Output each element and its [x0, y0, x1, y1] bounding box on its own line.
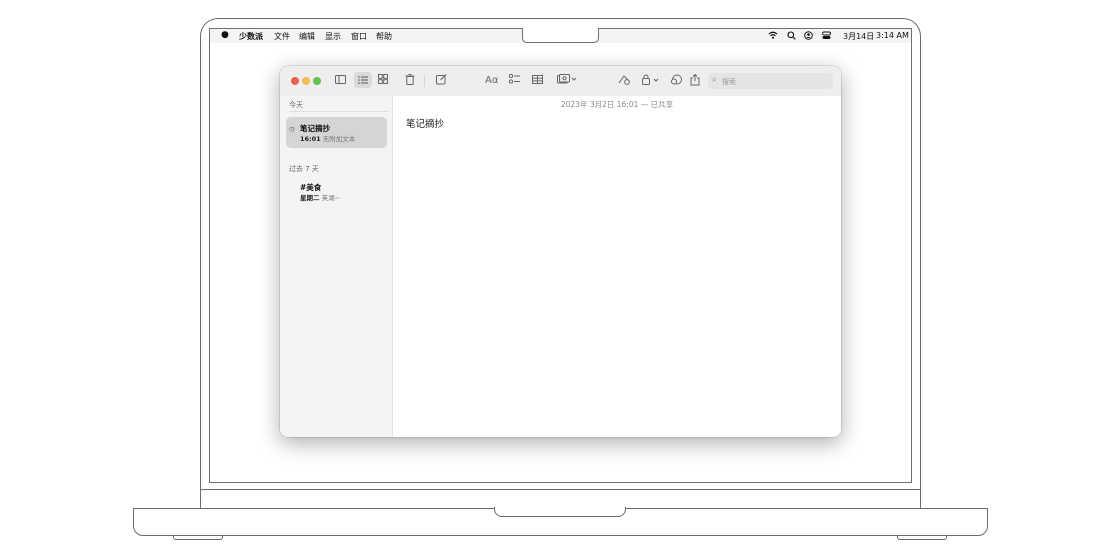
control-center-icon[interactable] [822, 31, 831, 43]
search-placeholder: 搜索 [722, 78, 736, 86]
lock-icon[interactable] [642, 74, 660, 89]
clock-icon: ◷ [289, 125, 295, 133]
collaborate-icon[interactable] [618, 74, 630, 89]
menu-file[interactable]: 文件 [274, 31, 290, 42]
note-editor[interactable]: 2023年 3月2日 16:01 — 已共享 笔记摘抄 [393, 96, 841, 437]
note-time: 16:01 [300, 135, 321, 143]
section-divider [289, 111, 389, 112]
share-collaborate-icon[interactable] [670, 74, 683, 89]
spotlight-search-icon[interactable] [787, 31, 796, 43]
menu-time[interactable]: 3:14 AM [876, 31, 909, 40]
notes-list-sidebar: 今天 ◷ 笔记摘抄 16:01 无附加文本 过去 7 天 #美食 星期二 芙湖~ [280, 96, 393, 437]
note-meta: 2023年 3月2日 16:01 — 已共享 [560, 100, 674, 109]
wifi-icon[interactable] [768, 31, 778, 42]
search-icon: ⌕ [712, 75, 717, 84]
laptop-foot-right [897, 536, 947, 540]
menu-edit[interactable]: 编辑 [299, 31, 315, 42]
note-preview: 芙湖~ [321, 194, 341, 202]
menu-date[interactable]: 3月14日 [843, 31, 874, 42]
format-text-button[interactable]: Aα [485, 74, 498, 88]
laptop-foot-left [173, 536, 223, 540]
section-header-today: 今天 [289, 101, 303, 109]
share-icon[interactable] [690, 73, 700, 90]
window-toolbar: Aα ⌕ 搜索 [280, 66, 841, 97]
checklist-icon[interactable] [509, 74, 520, 88]
table-icon[interactable] [532, 74, 543, 88]
notes-window: Aα ⌕ 搜索 今天 ◷ 笔记摘抄 16:01 无附加文本 过去 7 天 #美食… [280, 66, 841, 437]
close-button[interactable] [291, 77, 299, 85]
media-insert-icon[interactable] [557, 74, 577, 88]
search-input[interactable]: ⌕ 搜索 [708, 73, 833, 89]
zoom-button[interactable] [313, 77, 321, 85]
menu-window[interactable]: 窗口 [351, 31, 367, 42]
camera-notch [522, 28, 599, 43]
note-time: 星期二 [300, 194, 320, 202]
gallery-view-icon[interactable] [378, 74, 388, 88]
laptop-hinge [200, 489, 921, 509]
laptop-opening-notch [494, 507, 626, 517]
note-content[interactable]: 笔记摘抄 [406, 116, 444, 130]
apple-menu-icon[interactable]: ● [221, 30, 229, 40]
menu-view[interactable]: 显示 [325, 31, 341, 42]
section-header-past-week: 过去 7 天 [289, 165, 319, 173]
menu-app-name[interactable]: 少数派 [239, 31, 263, 42]
note-preview: 无附加文本 [322, 135, 356, 143]
trash-icon[interactable] [405, 74, 415, 89]
minimize-button[interactable] [302, 77, 310, 85]
menu-help[interactable]: 帮助 [376, 31, 392, 42]
note-subtitle: 16:01 无附加文本 [300, 133, 355, 143]
compose-icon[interactable] [436, 74, 447, 89]
user-account-icon[interactable] [804, 31, 813, 43]
list-view-button[interactable] [354, 72, 372, 88]
note-subtitle: 星期二 芙湖~ [300, 192, 340, 202]
sidebar-toggle-icon[interactable] [335, 74, 346, 88]
toolbar-divider [424, 75, 425, 87]
